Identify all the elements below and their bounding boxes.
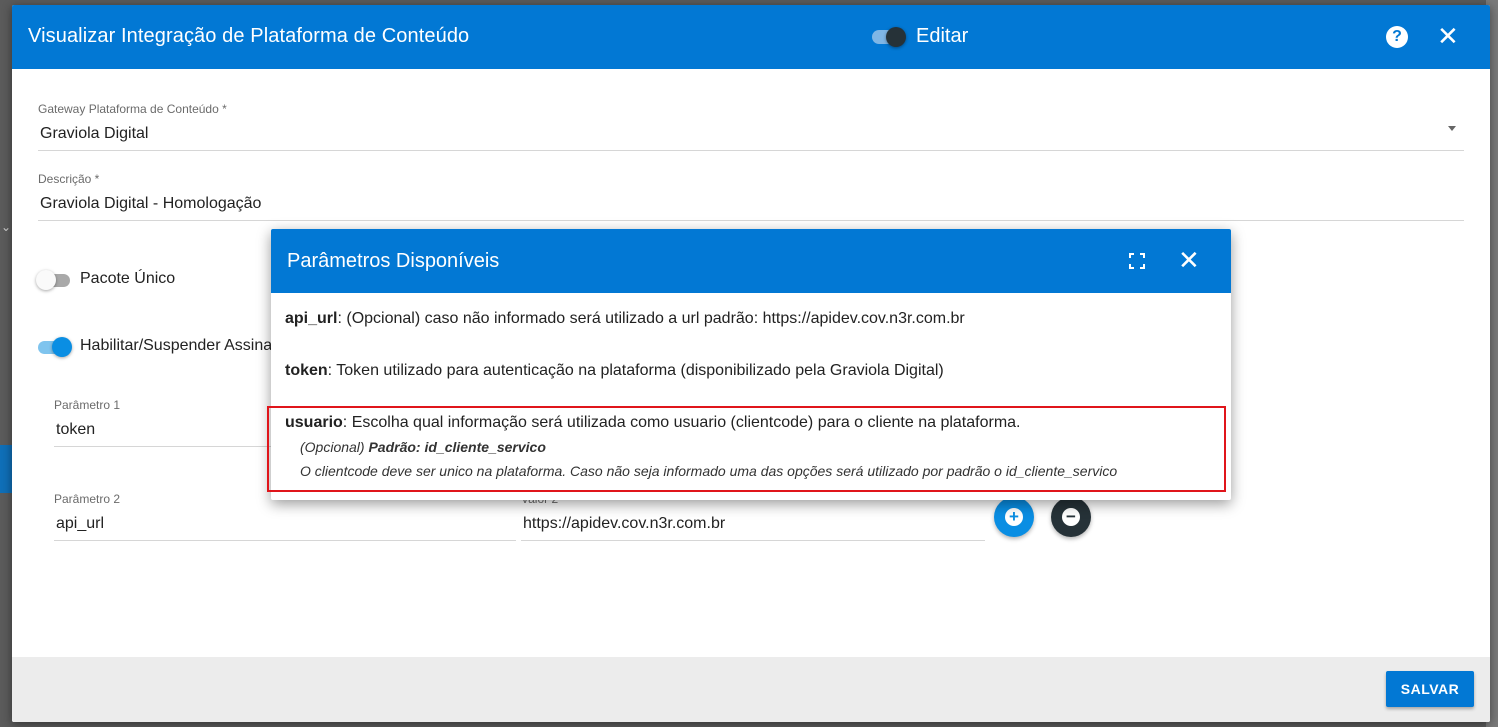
gateway-underline: [38, 150, 1464, 151]
habilitar-toggle[interactable]: [36, 337, 72, 357]
popup-close-icon[interactable]: ✕: [1178, 246, 1200, 274]
valor2-value: https://apidev.cov.n3r.com.br: [523, 515, 726, 532]
gateway-label: Gateway Plataforma de Conteúdo *: [38, 102, 227, 116]
param-item-api-url: api_url: (Opcional) caso não informado s…: [285, 310, 965, 328]
habilitar-thumb: [52, 337, 72, 357]
gateway-select[interactable]: Gateway Plataforma de Conteúdo * Graviol…: [38, 102, 1464, 151]
valor2-underline: [521, 540, 985, 541]
gateway-value: Graviola Digital: [40, 125, 149, 142]
pacote-unico-toggle[interactable]: [36, 270, 72, 290]
param2-value: api_url: [56, 515, 105, 532]
pacote-unico-thumb: [36, 270, 56, 290]
fullscreen-icon[interactable]: [1128, 252, 1146, 270]
minus-circle-icon: −: [1062, 508, 1080, 526]
chevron-down-icon: ⌄: [1, 220, 12, 234]
param-desc: : Token utilizado para autenticação na p…: [327, 362, 944, 379]
save-button[interactable]: SALVAR: [1386, 671, 1474, 707]
background-app-strip: [0, 445, 12, 493]
plus-circle-icon: +: [1005, 508, 1023, 526]
remove-parameter-button[interactable]: −: [1051, 497, 1091, 537]
highlight-box: [267, 406, 1226, 492]
descricao-field[interactable]: Descrição * Graviola Digital - Homologaç…: [38, 172, 1464, 221]
edit-toggle-thumb: [886, 27, 906, 47]
descricao-underline: [38, 220, 1464, 221]
dialog-header: Visualizar Integração de Plataforma de C…: [12, 5, 1490, 69]
param-name: api_url: [285, 310, 338, 327]
help-icon[interactable]: ?: [1386, 26, 1408, 48]
edit-label: Editar: [916, 25, 969, 47]
descricao-value: Graviola Digital - Homologação: [40, 195, 262, 212]
habilitar-label: Habilitar/Suspender Assina: [80, 337, 273, 354]
dropdown-arrow-icon: [1448, 126, 1456, 131]
add-parameter-button[interactable]: +: [994, 497, 1034, 537]
dialog-footer: SALVAR: [12, 657, 1490, 722]
descricao-label: Descrição *: [38, 172, 100, 186]
param-desc: : (Opcional) caso não informado será uti…: [337, 310, 965, 327]
param-name: token: [285, 362, 328, 379]
popup-header: Parâmetros Disponíveis ✕: [271, 229, 1231, 293]
popup-title: Parâmetros Disponíveis: [287, 250, 500, 272]
param2-underline: [54, 540, 516, 541]
dialog-title: Visualizar Integração de Plataforma de C…: [28, 25, 470, 47]
param-item-token: token: Token utilizado para autenticação…: [285, 362, 944, 380]
edit-toggle[interactable]: [872, 27, 908, 47]
pacote-unico-label: Pacote Único: [80, 270, 176, 287]
close-icon[interactable]: ✕: [1437, 22, 1459, 50]
